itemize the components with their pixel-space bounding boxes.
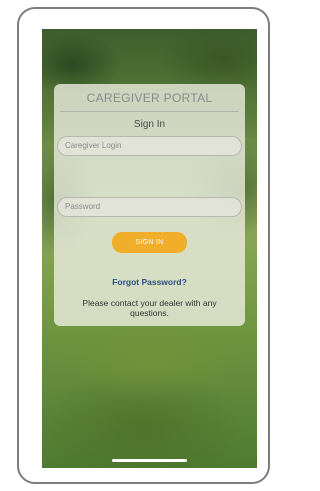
sign-in-button[interactable]: SIGN IN bbox=[112, 232, 187, 253]
sign-in-heading: Sign In bbox=[133, 119, 166, 130]
app-screen: CAREGIVER PORTAL Sign In Caregiver Login… bbox=[42, 29, 257, 468]
login-card: CAREGIVER PORTAL Sign In Caregiver Login… bbox=[54, 84, 245, 326]
caregiver-login-input[interactable]: Caregiver Login bbox=[57, 136, 242, 156]
title-divider bbox=[60, 111, 239, 112]
password-input[interactable]: Password bbox=[57, 197, 242, 217]
forgot-password-link[interactable]: Forgot Password? bbox=[54, 277, 245, 287]
home-indicator[interactable] bbox=[112, 459, 187, 462]
contact-dealer-text: Please contact your dealer with any ques… bbox=[82, 298, 217, 318]
portal-title: CAREGIVER PORTAL bbox=[86, 91, 213, 105]
